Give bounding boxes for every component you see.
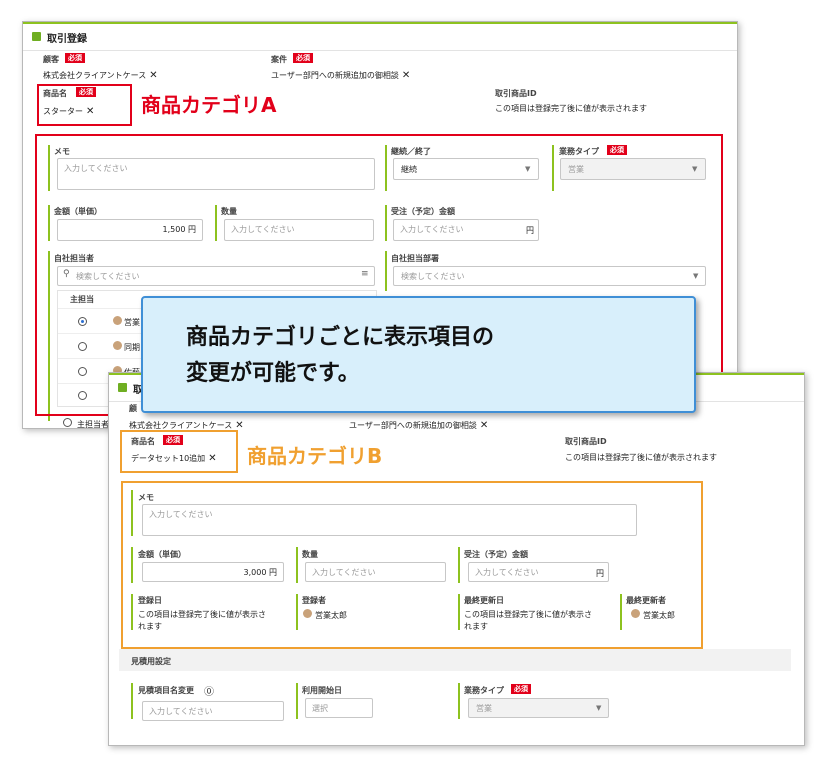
deal-label: 案件: [271, 55, 287, 64]
main-staff-footer: 主担当者: [77, 420, 109, 429]
product-id-label: 取引商品ID: [495, 89, 537, 98]
category-b-label: 商品カテゴリB: [247, 444, 383, 468]
deal-required-badge: 必須: [293, 53, 313, 63]
panel-a-header: 取引登録: [23, 22, 737, 51]
estimate-section-title: 見積用設定: [131, 657, 171, 666]
fields-highlight-b: [121, 481, 703, 649]
field-marker: [458, 683, 460, 719]
deal-value[interactable]: ユーザー部門への新規追加の御相談 ✕: [271, 70, 410, 81]
product-id-label: 取引商品ID: [565, 437, 607, 446]
remove-icon[interactable]: ✕: [480, 420, 488, 431]
business-type-select[interactable]: 営業: [468, 698, 609, 718]
product-id-note: この項目は登録完了後に値が表示されます: [495, 104, 647, 113]
category-a-label: 商品カテゴリA: [141, 93, 277, 117]
product-highlight-a: [37, 84, 132, 126]
callout-line-1: 商品カテゴリごとに表示項目の: [186, 325, 495, 350]
estimate-item-input[interactable]: 入力してください: [142, 701, 284, 721]
panel-a-title: 取引登録: [47, 34, 87, 45]
customer-label: 顧客: [43, 55, 59, 64]
document-icon: [32, 32, 41, 41]
customer-required-badge: 必須: [65, 53, 85, 63]
chevron-down-icon[interactable]: ▼: [596, 704, 601, 712]
callout-line-2: 変更が可能です。: [186, 361, 360, 386]
deal-value[interactable]: ユーザー部門への新規追加の御相談 ✕: [349, 420, 488, 431]
remove-icon[interactable]: ✕: [402, 70, 410, 81]
business-type-label: 業務タイプ: [464, 686, 504, 695]
product-highlight-b: [120, 430, 238, 473]
radio-button[interactable]: [63, 418, 72, 427]
field-marker: [296, 683, 298, 719]
business-type-required-badge: 必須: [511, 684, 531, 694]
customer-label: 顧: [129, 404, 137, 413]
start-date-label: 利用開始日: [302, 686, 342, 695]
field-marker: [131, 683, 133, 719]
estimate-item-label: 見積項目名変更: [138, 686, 194, 695]
callout-box: 商品カテゴリごとに表示項目の 変更が可能です。: [141, 296, 696, 413]
estimate-section-bar: [119, 649, 791, 671]
start-date-input[interactable]: 選択: [305, 698, 373, 718]
remove-icon[interactable]: ✕: [149, 70, 157, 81]
help-icon[interactable]: ⓪: [204, 683, 214, 698]
customer-value[interactable]: 株式会社クライアントケース ✕: [43, 70, 158, 81]
document-icon: [118, 383, 127, 392]
product-id-note: この項目は登録完了後に値が表示されます: [565, 453, 717, 462]
